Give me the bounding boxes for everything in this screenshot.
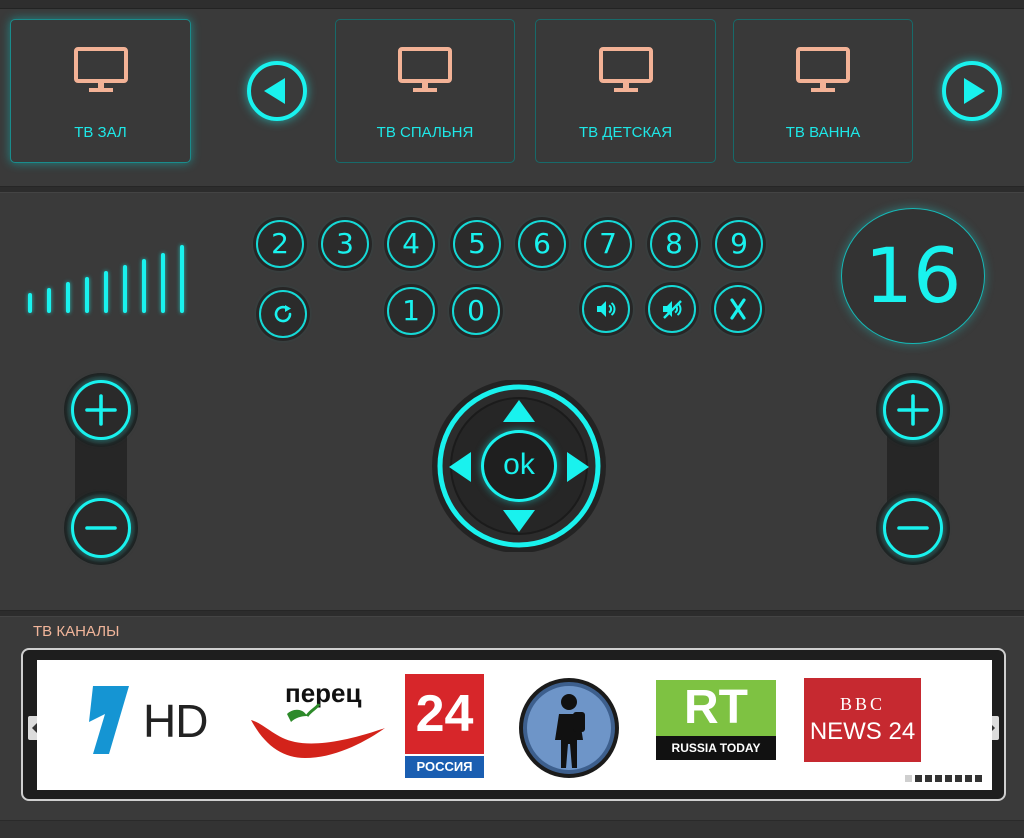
ok-button[interactable]: ok [481,430,557,502]
refresh-button[interactable] [259,290,307,338]
pager-dot[interactable] [945,775,952,782]
digit-0-button[interactable]: 0 [452,287,500,335]
tv-icon [796,47,850,92]
tv-room-bath[interactable]: ТВ ВАННА [733,19,913,163]
pepper-icon [251,703,385,758]
digit-4-button[interactable]: 4 [387,220,435,268]
channel-perviy-hd[interactable]: HD [71,680,221,760]
minus-icon [897,526,929,530]
channel-rossiya-24[interactable]: 24 РОССИЯ [405,674,484,780]
hd-text: HD [143,695,208,747]
pager-dot[interactable] [975,775,982,782]
settings-button[interactable] [714,285,762,333]
dpad-down-button[interactable] [501,508,537,534]
pager-dot[interactable] [925,775,932,782]
digit-7-button[interactable]: 7 [584,220,632,268]
r24-number: 24 [405,674,484,754]
pager-dot[interactable] [955,775,962,782]
bottom-edge [0,820,1024,838]
volume-up-button[interactable] [64,373,138,447]
pager-dot[interactable] [935,775,942,782]
channels-section-title: ТВ КАНАЛЫ [33,623,120,640]
news24-text: NEWS 24 [809,718,916,745]
digit-5-button[interactable]: 5 [453,220,501,268]
pager-dot[interactable] [905,775,912,782]
digit-9-button[interactable]: 9 [715,220,763,268]
digit-3-button[interactable]: 3 [321,220,369,268]
speaker-icon [597,301,616,317]
tools-icon [730,298,746,320]
channels-strip: HD перец 24 РОССИЯ RT RUSSIA TODAY BBC N… [37,660,992,790]
traveler-silhouette-icon [519,678,619,778]
tv-room-bedroom[interactable]: ТВ СПАЛЬНЯ [335,19,515,163]
perviy-logo-icon [89,686,129,754]
plus-icon [85,394,117,426]
pager-dot[interactable] [965,775,972,782]
top-edge [0,0,1024,9]
digit-6-button[interactable]: 6 [518,220,566,268]
refresh-icon [274,305,292,323]
tv-room-zal[interactable]: ТВ ЗАЛ [10,19,191,163]
plus-icon [897,394,929,426]
dpad-right-button[interactable] [565,450,591,484]
channel-number-display: 16 [841,208,985,344]
channel-travel[interactable] [517,676,621,780]
tv-room-label: ТВ СПАЛЬНЯ [376,124,474,141]
digit-8-button[interactable]: 8 [650,220,698,268]
carousel-pager [905,775,982,782]
dpad-up-button[interactable] [501,398,537,424]
arrow-left-icon [264,78,285,104]
dpad-left-button[interactable] [447,450,473,484]
tv-icon [598,47,653,92]
speaker-mute-icon [663,300,682,319]
divider [0,186,1024,193]
arrow-right-icon [964,78,985,104]
volume-on-button[interactable] [582,285,630,333]
channels-carousel: HD перец 24 РОССИЯ RT RUSSIA TODAY BBC N… [21,648,1006,801]
pager-dot[interactable] [915,775,922,782]
channel-rt[interactable]: RT RUSSIA TODAY [656,680,776,760]
tv-room-kids[interactable]: ТВ ДЕТСКАЯ [535,19,716,163]
tv-icon [398,47,452,92]
tv-room-label: ТВ ДЕТСКАЯ [578,124,673,141]
channel-rocker [876,373,950,565]
navigation-dpad: ok [429,380,609,552]
digit-2-button[interactable]: 2 [256,220,304,268]
bbc-text: BBC [839,694,886,714]
channel-down-button[interactable] [876,491,950,565]
volume-rocker [64,373,138,565]
volume-down-button[interactable] [64,491,138,565]
prev-room-button[interactable] [247,61,307,121]
channel-up-button[interactable] [876,373,950,447]
channel-perec[interactable]: перец [245,678,390,758]
tv-room-label: ТВ ВАННА [785,124,861,141]
tv-room-label: ТВ ЗАЛ [74,124,127,141]
channel-bbc-news-24[interactable]: BBC NEWS 24 [804,678,921,762]
mute-button[interactable] [648,285,696,333]
tv-icon [73,47,128,92]
rt-label: RUSSIA TODAY [656,736,776,760]
divider [0,610,1024,617]
volume-level-indicator [28,243,190,313]
rt-letters: RT [656,680,776,736]
next-room-button[interactable] [942,61,1002,121]
minus-icon [85,526,117,530]
r24-label: РОССИЯ [405,756,484,778]
digit-1-button[interactable]: 1 [387,287,435,335]
